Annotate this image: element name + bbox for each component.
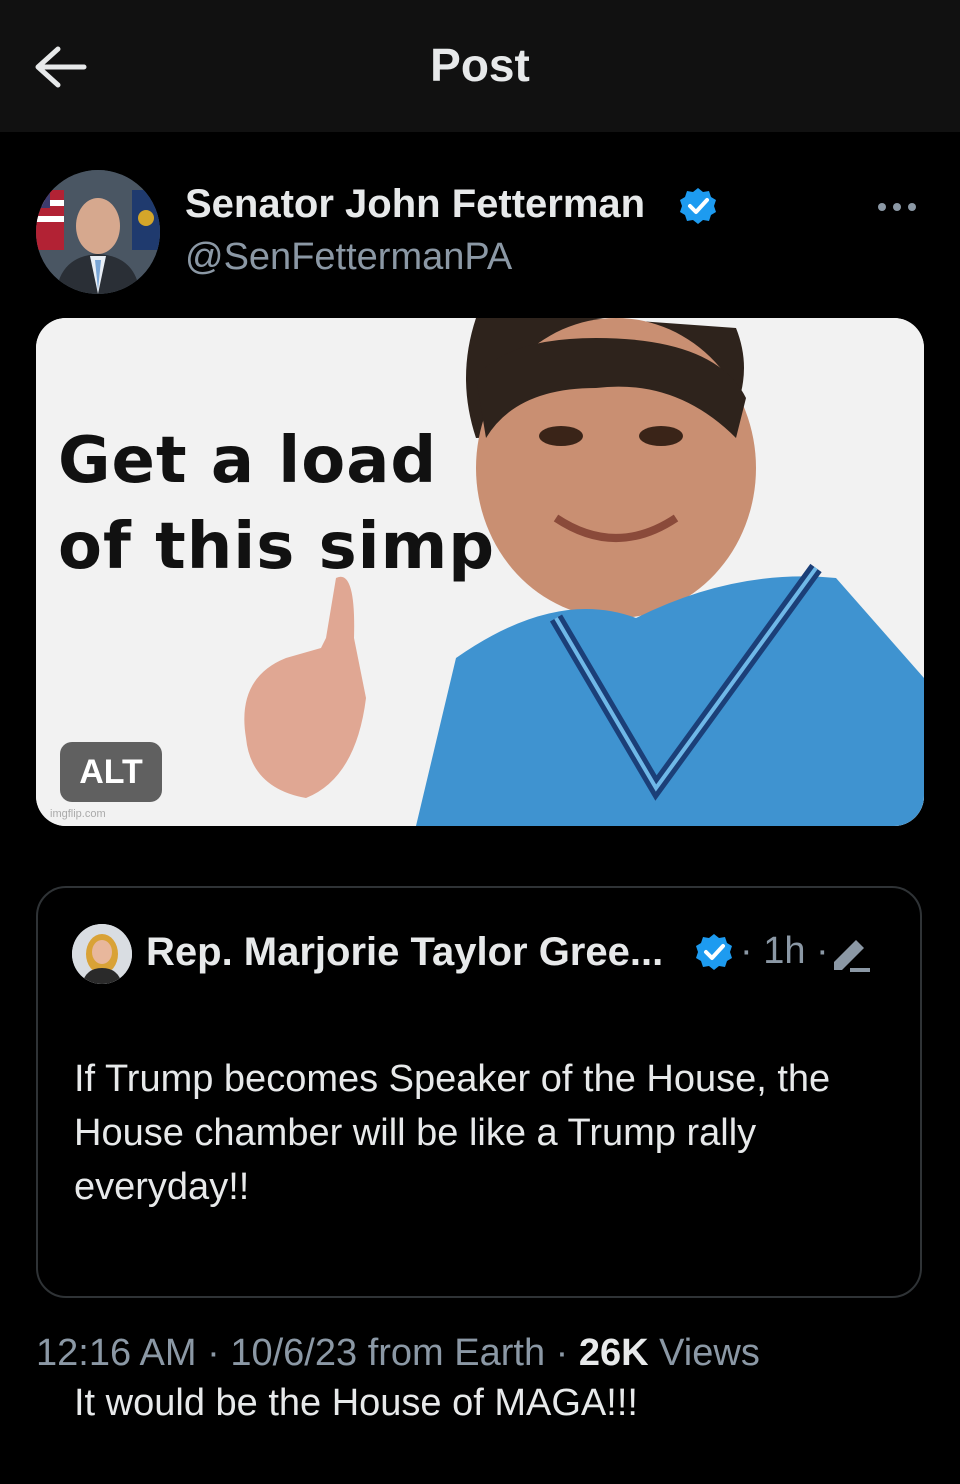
page-title: Post — [430, 39, 530, 91]
meta-separator: · — [545, 1332, 579, 1374]
quoted-author-avatar — [72, 924, 132, 984]
quoted-post[interactable]: Rep. Marjorie Taylor Gree... · 1h · If T… — [36, 886, 922, 1424]
top-bar: Post — [0, 0, 960, 132]
views-label[interactable]: Views — [649, 1332, 760, 1374]
views-count[interactable]: 26K — [579, 1332, 649, 1374]
post-time: 12:16 AM — [36, 1332, 197, 1374]
quoted-timestamp: · 1h · — [740, 930, 829, 972]
author-handle[interactable]: @SenFettermanPA — [185, 236, 512, 279]
quoted-text: If Trump becomes Speaker of the House, t… — [74, 998, 894, 1484]
alt-text-button[interactable]: ALT — [60, 742, 162, 802]
edited-pencil-icon — [834, 940, 870, 972]
post-metadata: 12:16 AM · 10/6/23 from Earth · 26K View… — [36, 1332, 760, 1375]
verified-badge-icon — [680, 188, 716, 224]
quoted-text-paragraph-1: If Trump becomes Speaker of the House, t… — [74, 1058, 831, 1208]
author-avatar[interactable] — [36, 170, 160, 294]
quoted-verified-badge-icon — [696, 934, 732, 970]
meme-caption-line2: of this simp — [58, 510, 496, 584]
post-source: from Earth — [357, 1332, 546, 1374]
author-name[interactable]: Senator John Fetterman — [185, 182, 645, 227]
meta-separator: · — [196, 1332, 231, 1374]
quoted-avatar-image — [72, 924, 132, 984]
avatar-image — [36, 170, 160, 294]
post-image[interactable]: Get a load of this simp imgflip.com ALT — [36, 318, 924, 826]
post-date: 10/6/23 — [230, 1332, 358, 1374]
more-options-icon[interactable] — [872, 192, 922, 222]
meme-caption: Get a load of this simp — [58, 418, 495, 590]
meme-caption-line1: Get a load — [58, 424, 438, 498]
watermark: imgflip.com — [50, 808, 106, 820]
quoted-text-paragraph-2: It would be the House of MAGA!!! — [74, 1382, 638, 1424]
quoted-author-name: Rep. Marjorie Taylor Gree... — [146, 930, 664, 974]
